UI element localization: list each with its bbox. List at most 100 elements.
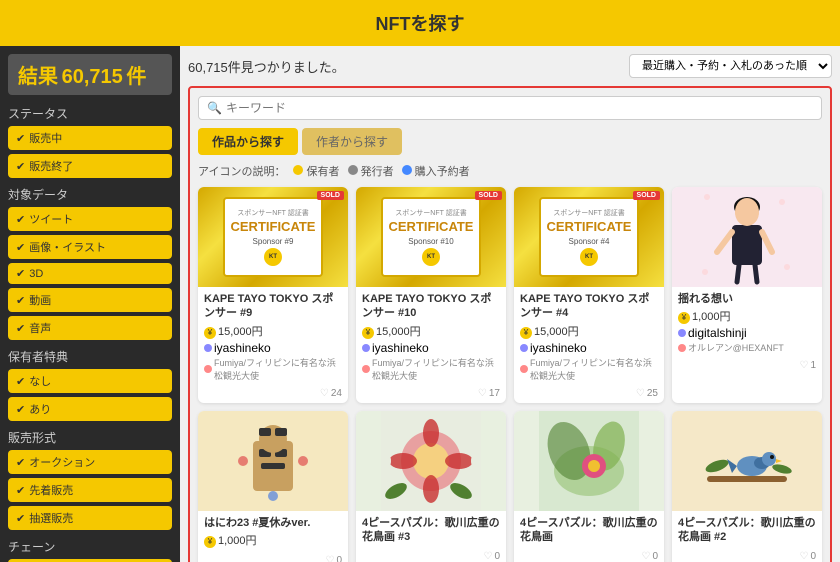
legend-buyer: 購入予約者 xyxy=(402,163,470,179)
nft-card-5[interactable]: はにわ23 #夏休みver. ¥1,000円 ♡ 0 xyxy=(198,411,348,562)
nft-card-7[interactable]: 4ピースパズル：歌川広重の花鳥画 ♡ 0 xyxy=(514,411,664,562)
nft-footer-8: ♡ 0 xyxy=(672,551,822,562)
filter-auction[interactable]: ✔ オークション xyxy=(8,450,172,474)
tabs: 作品から探す 作者から探す xyxy=(198,128,822,155)
nft-price-1: ¥15,000円 xyxy=(204,323,342,339)
nft-info-1: KAPE TAYO TOKYO スポンサー #9 ¥15,000円 iyashi… xyxy=(198,287,348,388)
nft-author2-4: オルレアン@HEXANFT xyxy=(678,341,816,354)
author-dot-3b xyxy=(520,365,528,373)
tab-by-author[interactable]: 作者から探す xyxy=(302,128,402,155)
heart-icon-6: ♡ xyxy=(483,551,492,562)
legend-issuer: 発行者 xyxy=(348,163,394,179)
illust-svg-4 xyxy=(697,187,797,287)
haniwa-svg xyxy=(223,411,323,511)
filter-benefit-yes[interactable]: ✔ あり xyxy=(8,397,172,421)
nft-footer-4: ♡ 1 xyxy=(672,360,822,375)
nft-info-8: 4ピースパズル：歌川広重の花鳥画 #2 xyxy=(672,511,822,552)
nft-price-4: ¥1,000円 xyxy=(678,308,816,324)
heart-icon-1: ♡ xyxy=(320,388,329,399)
cert-inner-3: スポンサーNFT 認証書 CERTIFICATE Sponsor #4 KT xyxy=(539,197,640,277)
heart-icon-7: ♡ xyxy=(641,551,650,562)
filter-tweet[interactable]: ✔ ツイート xyxy=(8,207,172,231)
filter-first-come[interactable]: ✔ 先着販売 xyxy=(8,478,172,502)
nft-card-3[interactable]: SOLD スポンサーNFT 認証書 CERTIFICATE Sponsor #4… xyxy=(514,187,664,403)
sidebar: 結果 60,715 件 ステータス ✔ 販売中 ✔ 販売終了 対象データ ✔ ツ… xyxy=(0,46,180,562)
author-dot-2b xyxy=(362,365,370,373)
tab-by-work[interactable]: 作品から探す xyxy=(198,128,298,155)
author-dot-2a xyxy=(362,344,370,352)
search-input[interactable] xyxy=(226,101,813,115)
nft-info-4: 揺れる想い ¥1,000円 digitalshinji オルレアン@HEXANF… xyxy=(672,287,822,360)
results-label: 結果 xyxy=(18,66,58,88)
nft-author1-4: digitalshinji xyxy=(678,326,816,340)
heart-icon-4: ♡ xyxy=(799,360,808,371)
filter-3d[interactable]: ✔ 3D xyxy=(8,263,172,284)
filter-audio[interactable]: ✔ 音声 xyxy=(8,316,172,340)
sort-select[interactable]: 最近購入・予約・入札のあった順 xyxy=(629,54,832,78)
nft-grid: SOLD スポンサーNFT 認証書 CERTIFICATE Sponsor #9… xyxy=(198,187,822,562)
sold-badge-1: SOLD xyxy=(317,191,344,200)
nft-card-4[interactable]: 揺れる想い ¥1,000円 digitalshinji オルレアン@HEXANF… xyxy=(672,187,822,403)
nft-title-6: 4ピースパズル：歌川広重の花鳥画 #3 xyxy=(362,516,500,545)
nft-card-6[interactable]: 4ピースパズル：歌川広重の花鳥画 #3 ♡ 0 xyxy=(356,411,506,562)
filter-lottery[interactable]: ✔ 抽選販売 xyxy=(8,506,172,530)
flower-svg-6 xyxy=(381,411,481,511)
main-layout: 結果 60,715 件 ステータス ✔ 販売中 ✔ 販売終了 対象データ ✔ ツ… xyxy=(0,46,840,562)
filter-image[interactable]: ✔ 画像・イラスト xyxy=(8,235,172,259)
filter-sold-out[interactable]: ✔ 販売終了 xyxy=(8,154,172,178)
section-sale-title: 販売形式 xyxy=(8,429,172,446)
nft-title-2: KAPE TAYO TOKYO スポンサー #10 xyxy=(362,292,500,321)
nft-title-8: 4ピースパズル：歌川広重の花鳥画 #2 xyxy=(678,516,816,545)
nft-title-3: KAPE TAYO TOKYO スポンサー #4 xyxy=(520,292,658,321)
filter-none[interactable]: ✔ なし xyxy=(8,369,172,393)
nft-footer-3: ♡ 25 xyxy=(514,388,664,403)
nft-info-6: 4ピースパズル：歌川広重の花鳥画 #3 xyxy=(356,511,506,552)
author-dot-4a xyxy=(678,329,686,337)
nft-image-2: SOLD スポンサーNFT 認証書 CERTIFICATE Sponsor #1… xyxy=(356,187,506,287)
nft-info-2: KAPE TAYO TOKYO スポンサー #10 ¥15,000円 iyash… xyxy=(356,287,506,388)
cert-title-2: CERTIFICATE xyxy=(389,220,474,234)
cert-inner-1: スポンサーNFT 認証書 CERTIFICATE Sponsor #9 KT xyxy=(223,197,324,277)
nft-image-7 xyxy=(514,411,664,511)
likes-2: 17 xyxy=(489,388,500,399)
sold-badge-3: SOLD xyxy=(633,191,660,200)
likes-8: 0 xyxy=(810,551,816,562)
page-header: NFTを探す xyxy=(0,0,840,46)
legend: アイコンの説明： 保有者 発行者 購入予約者 xyxy=(198,163,822,179)
flower-svg-7 xyxy=(539,411,639,511)
nft-title-5: はにわ23 #夏休みver. xyxy=(204,516,342,530)
cert-title-1: CERTIFICATE xyxy=(231,220,316,234)
content-area: 60,715件見つかりました。 最近購入・予約・入札のあった順 🔍 作品から探す… xyxy=(180,46,840,562)
author-dot-1b xyxy=(204,365,212,373)
nft-image-4 xyxy=(672,187,822,287)
results-unit: 件 xyxy=(126,66,146,88)
likes-1: 24 xyxy=(331,388,342,399)
nft-card-8[interactable]: 4ピースパズル：歌川広重の花鳥画 #2 ♡ 0 xyxy=(672,411,822,562)
nft-footer-1: ♡ 24 xyxy=(198,388,348,403)
filter-video[interactable]: ✔ 動画 xyxy=(8,288,172,312)
nft-card-2[interactable]: SOLD スポンサーNFT 認証書 CERTIFICATE Sponsor #1… xyxy=(356,187,506,403)
heart-icon-3: ♡ xyxy=(636,388,645,399)
content-inner: 🔍 作品から探す 作者から探す アイコンの説明： 保有者 発行者 購入予約者 xyxy=(188,86,832,562)
nft-price-5: ¥1,000円 xyxy=(204,532,342,548)
nft-author2-1: Fumiya/フィリピンに有名な浜松観光大使 xyxy=(204,356,342,382)
nft-title-1: KAPE TAYO TOKYO スポンサー #9 xyxy=(204,292,342,321)
cert-title-3: CERTIFICATE xyxy=(547,220,632,234)
author-dot-4b xyxy=(678,344,686,352)
filter-on-sale[interactable]: ✔ 販売中 xyxy=(8,126,172,150)
heart-icon-5: ♡ xyxy=(325,555,334,562)
section-data-title: 対象データ xyxy=(8,186,172,203)
nft-card-1[interactable]: SOLD スポンサーNFT 認証書 CERTIFICATE Sponsor #9… xyxy=(198,187,348,403)
count-text: 60,715件見つかりました。 xyxy=(188,57,345,76)
nft-author1-2: iyashineko xyxy=(362,341,500,355)
likes-7: 0 xyxy=(652,551,658,562)
likes-3: 25 xyxy=(647,388,658,399)
likes-6: 0 xyxy=(494,551,500,562)
likes-5: 0 xyxy=(336,555,342,562)
cert-inner-2: スポンサーNFT 認証書 CERTIFICATE Sponsor #10 KT xyxy=(381,197,482,277)
nft-image-3: SOLD スポンサーNFT 認証書 CERTIFICATE Sponsor #4… xyxy=(514,187,664,287)
legend-label: アイコンの説明： xyxy=(198,163,285,179)
results-badge: 結果 60,715 件 xyxy=(8,54,172,95)
content-header: 60,715件見つかりました。 最近購入・予約・入札のあった順 xyxy=(188,54,832,78)
nft-price-2: ¥15,000円 xyxy=(362,323,500,339)
